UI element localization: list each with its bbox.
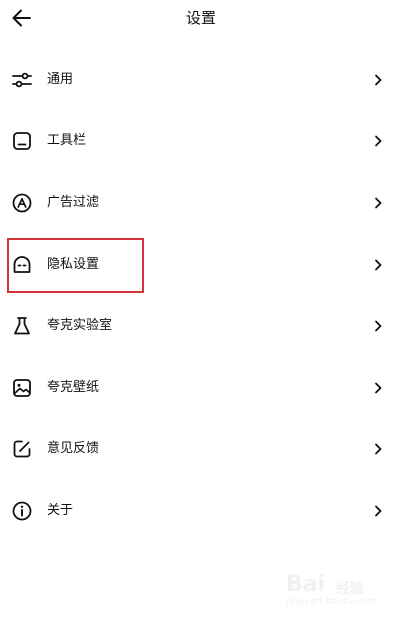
watermark-sub: 经验 [336, 581, 364, 597]
sliders-icon [12, 72, 32, 88]
menu-item-label: 广告过滤 [47, 194, 100, 210]
menu-item-general[interactable]: 通用 [0, 49, 402, 111]
chevron-right-icon [375, 74, 382, 86]
watermark-brand: Bai [286, 572, 326, 597]
menu-item-privacy[interactable]: 隐私设置 [0, 234, 402, 296]
ad-block-icon [12, 193, 32, 213]
menu-item-label: 通用 [47, 71, 74, 87]
chevron-right-icon [375, 135, 382, 147]
page-title: 设置 [185, 9, 216, 27]
settings-menu: 通用 工具栏 广告过滤 隐私设置 夸克实验室 夸克壁纸 意见反馈 关于 [0, 49, 402, 542]
chevron-right-icon [375, 197, 382, 209]
menu-item-lab[interactable]: 夸克实验室 [0, 295, 402, 357]
menu-item-ad-filter[interactable]: 广告过滤 [0, 172, 402, 234]
menu-item-label: 工具栏 [47, 133, 87, 149]
chevron-right-icon [375, 320, 382, 332]
menu-item-label: 夸克壁纸 [47, 379, 100, 395]
watermark-url: jingyan.baidu.com [286, 597, 378, 607]
privacy-mask-icon [13, 255, 31, 273]
toolbar-icon [13, 132, 31, 151]
info-icon [12, 501, 32, 521]
chevron-right-icon [375, 382, 382, 394]
top-bar: 设置 [0, 0, 402, 38]
flask-icon [14, 317, 30, 335]
wallpaper-icon [13, 378, 31, 397]
feedback-edit-icon [13, 440, 31, 458]
chevron-right-icon [375, 259, 382, 270]
menu-item-label: 关于 [47, 502, 74, 518]
menu-item-label: 隐私设置 [47, 256, 100, 272]
menu-item-feedback[interactable]: 意见反馈 [0, 419, 402, 481]
watermark: Bai 经验 jingyan.baidu.com [282, 572, 392, 612]
chevron-right-icon [375, 505, 382, 517]
chevron-right-icon [375, 443, 382, 455]
menu-item-toolbar[interactable]: 工具栏 [0, 111, 402, 173]
menu-item-about[interactable]: 关于 [0, 480, 402, 542]
menu-item-label: 意见反馈 [47, 441, 100, 457]
menu-item-label: 夸克实验室 [47, 318, 113, 334]
menu-item-wallpaper[interactable]: 夸克壁纸 [0, 357, 402, 419]
